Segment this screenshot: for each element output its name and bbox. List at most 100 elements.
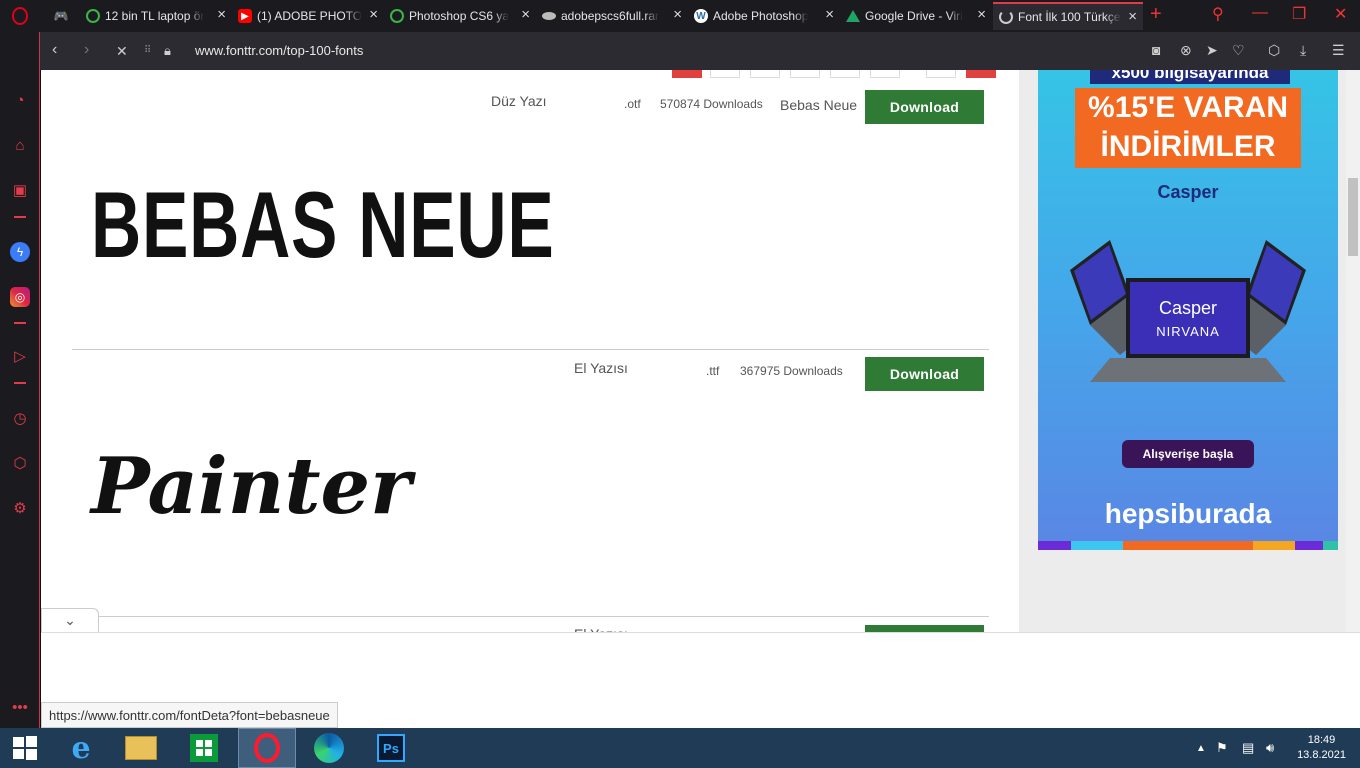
pagination-button[interactable] <box>672 70 702 78</box>
laptop-image: Casper NIRVANA <box>1070 240 1306 382</box>
cube-icon[interactable]: ⬡ <box>1268 42 1280 59</box>
power-icon <box>86 9 100 23</box>
minimize-button[interactable]: — <box>1252 4 1268 22</box>
sidebar-divider <box>14 216 26 218</box>
tab-3[interactable]: Photoshop CS6 ya × <box>384 2 536 30</box>
close-icon[interactable]: × <box>1128 9 1137 24</box>
pagination-button[interactable] <box>830 70 860 78</box>
close-icon[interactable]: × <box>825 7 834 22</box>
tab-label: Google Drive - Viri <box>865 9 963 23</box>
status-url: https://www.fonttr.com/fontDeta?font=beb… <box>41 702 338 728</box>
pagination-next-button[interactable] <box>966 70 996 78</box>
tab-5[interactable]: W Adobe Photoshop × <box>688 2 840 30</box>
collapse-toggle[interactable]: ⌄ <box>41 608 99 632</box>
font-preview[interactable]: BEBAS NEUE <box>91 178 554 272</box>
window-close-button[interactable]: ✕ <box>1334 4 1347 24</box>
ufo-icon <box>542 12 556 20</box>
ad-brand: Casper <box>1157 182 1219 202</box>
close-icon[interactable]: × <box>673 7 682 22</box>
restore-button[interactable]: ❐ <box>1292 4 1306 24</box>
tab-label: (1) ADOBE PHOTO <box>257 9 363 23</box>
clock[interactable]: 18:49 13.8.2021 <box>1297 733 1346 763</box>
download-button[interactable]: Download <box>865 90 984 124</box>
start-button[interactable] <box>0 728 50 768</box>
font-preview[interactable]: Painter <box>91 442 411 532</box>
close-icon[interactable]: × <box>521 7 530 22</box>
pagination-button[interactable] <box>750 70 780 78</box>
messenger-icon[interactable]: ϟ <box>10 242 30 262</box>
camera-icon[interactable]: ◙ <box>1152 42 1160 58</box>
stop-button[interactable]: ✕ <box>116 43 128 60</box>
extensions-icon[interactable]: ⬡ <box>10 453 30 473</box>
player-icon[interactable]: ▷ <box>10 346 30 366</box>
edge-icon[interactable] <box>300 728 358 768</box>
wordpress-icon: W <box>694 9 708 23</box>
tab-1[interactable]: 12 bin TL laptop ör × <box>80 2 232 30</box>
opera-menu-icon[interactable] <box>0 0 40 32</box>
internet-explorer-icon[interactable]: e <box>52 728 110 768</box>
tab-4[interactable]: adobepscs6full.rar × <box>536 2 688 30</box>
send-icon[interactable]: ➤ <box>1206 42 1218 59</box>
tab-2[interactable]: ▶ (1) ADOBE PHOTO × <box>232 2 384 30</box>
new-tab-button[interactable]: + <box>1150 3 1162 26</box>
sidebar-divider <box>14 322 26 324</box>
tray-expand-icon[interactable]: ▲ <box>1196 743 1206 754</box>
volume-icon[interactable]: 🔊︎ <box>1266 740 1274 756</box>
tab-label: adobepscs6full.rar <box>561 9 660 23</box>
easy-setup-icon[interactable]: ☰ <box>1332 42 1345 59</box>
tab-6[interactable]: Google Drive - Viri × <box>840 2 992 30</box>
youtube-icon: ▶ <box>238 9 252 23</box>
font-extension: .ttf <box>706 364 720 378</box>
windows-logo-icon <box>13 736 37 760</box>
advertisement-banner[interactable]: x500 bilgisayarında %15'E VARAN İNDİRİML… <box>1038 70 1338 550</box>
windows-taskbar: e Ps ▲ ⚑ ▤ 🔊︎ 18:49 13.8.2021 <box>0 728 1360 768</box>
twitch-icon[interactable]: ▣ <box>10 180 30 200</box>
pagination-button[interactable] <box>710 70 740 78</box>
pagination-button[interactable] <box>870 70 900 78</box>
store-icon[interactable] <box>175 728 233 768</box>
download-button[interactable]: Download <box>865 357 984 391</box>
scrollbar[interactable] <box>1346 70 1360 632</box>
ad-color-stripes <box>1038 541 1338 550</box>
scrollbar-thumb[interactable] <box>1348 178 1358 256</box>
photoshop-icon[interactable]: Ps <box>362 728 420 768</box>
tab-7-active[interactable]: Font İlk 100 Türkçe × <box>993 2 1143 30</box>
download-icon[interactable]: ⤓ <box>1300 42 1306 59</box>
clock-time: 18:49 <box>1307 734 1336 746</box>
font-list: Düz Yazı .otf 570874 Downloads Bebas Neu… <box>41 70 1019 659</box>
url-field[interactable]: www.fonttr.com/top-100-fonts <box>195 43 363 58</box>
pagination-button[interactable] <box>926 70 956 78</box>
ad-promo-line1: %15'E VARAN <box>1088 91 1288 124</box>
close-icon[interactable]: × <box>369 7 378 22</box>
laptop-brand: Casper <box>1159 298 1217 318</box>
file-explorer-icon[interactable] <box>112 728 170 768</box>
ad-shop-logo: hepsiburada <box>1104 498 1272 529</box>
more-icon[interactable]: ••• <box>10 697 30 717</box>
close-icon[interactable]: × <box>217 7 226 22</box>
ad-cta-button[interactable]: Alışverişe başla <box>1122 440 1254 468</box>
back-button[interactable]: ‹ <box>52 41 57 59</box>
adblock-icon[interactable]: ⊗ <box>1180 42 1192 59</box>
loading-icon <box>999 10 1013 24</box>
forward-button[interactable]: › <box>84 41 89 59</box>
tab-workspaces[interactable]: 🎮 <box>48 2 70 30</box>
close-icon[interactable]: × <box>977 7 986 22</box>
menu-dots-icon[interactable]: ⠿ <box>144 45 151 56</box>
heart-icon[interactable]: ♡ <box>1232 42 1245 59</box>
search-tabs-icon[interactable]: ⚲ <box>1212 4 1224 24</box>
chevron-down-icon: ⌄ <box>64 612 76 628</box>
pagination-button[interactable] <box>790 70 820 78</box>
history-icon[interactable]: ◷ <box>10 408 30 428</box>
shopping-bag-icon[interactable]: ⌂ <box>10 135 30 155</box>
font-category: El Yazısı <box>574 360 628 376</box>
network-icon[interactable]: ▤ <box>1242 740 1254 756</box>
font-downloads: 570874 Downloads <box>660 97 763 111</box>
tray-flag-icon[interactable]: ⚑ <box>1216 740 1228 756</box>
settings-icon[interactable]: ⚙ <box>10 498 30 518</box>
opera-taskbar-icon[interactable] <box>238 728 296 768</box>
font-name[interactable]: Bebas Neue <box>780 97 857 113</box>
lock-icon[interactable]: 🔒︎ <box>164 43 171 59</box>
speed-dial-icon[interactable]: ◔ <box>10 90 30 110</box>
ad-top-text: x500 bilgisayarında <box>1090 70 1290 84</box>
instagram-icon[interactable]: ◎ <box>10 287 30 307</box>
